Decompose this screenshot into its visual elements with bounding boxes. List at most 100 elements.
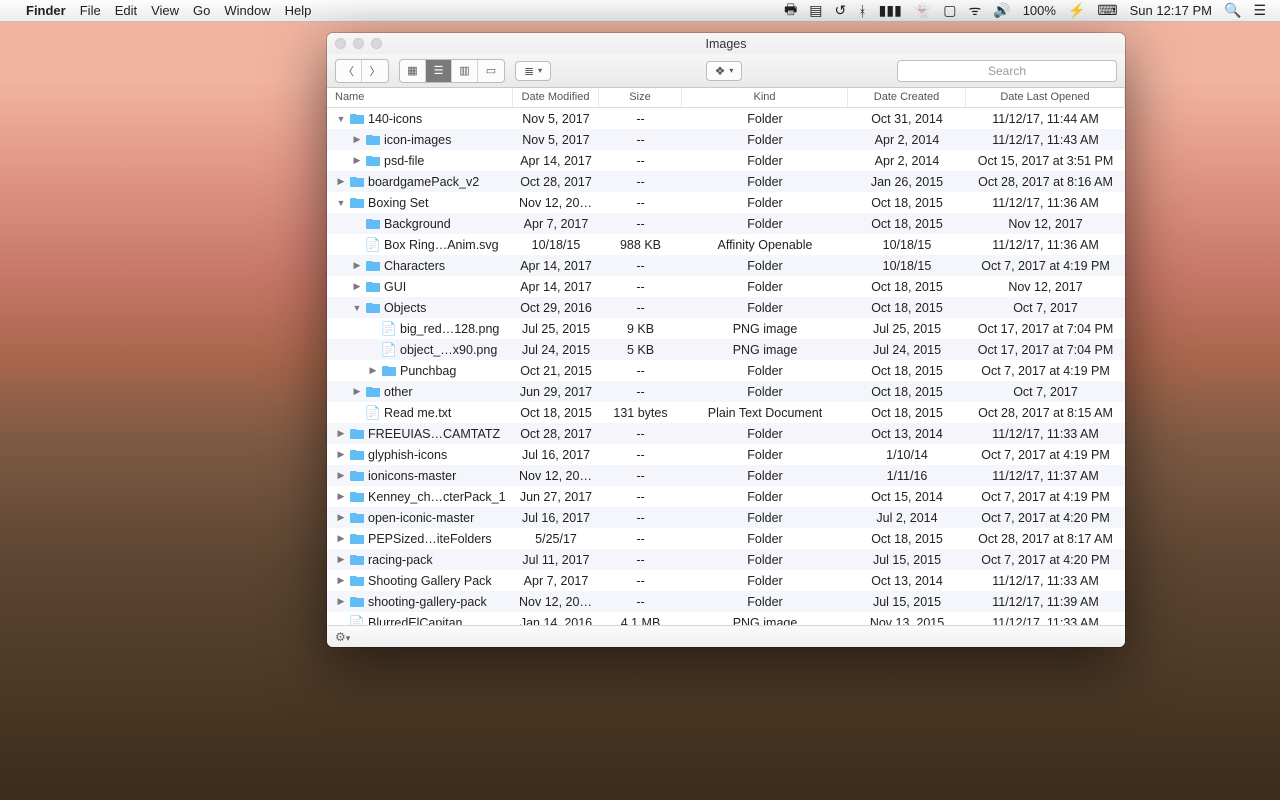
disclosure-triangle[interactable]: ▶ — [336, 470, 346, 481]
cell-size: -- — [599, 385, 682, 399]
table-row[interactable]: ▶racing-packJul 11, 2017--FolderJul 15, … — [327, 549, 1125, 570]
cell-mod: Jul 16, 2017 — [513, 511, 599, 525]
cell-size: -- — [599, 280, 682, 294]
window-titlebar[interactable]: Images — [327, 33, 1125, 54]
menu-edit[interactable]: Edit — [115, 3, 137, 18]
table-row[interactable]: ▶open-iconic-masterJul 16, 2017--FolderJ… — [327, 507, 1125, 528]
spotlight-icon[interactable]: 🔍 — [1224, 2, 1241, 19]
cell-opened: Oct 7, 2017 at 4:20 PM — [966, 511, 1125, 525]
table-row[interactable]: ▼140-iconsNov 5, 2017--FolderOct 31, 201… — [327, 108, 1125, 129]
disclosure-triangle[interactable]: ▶ — [352, 260, 362, 271]
table-row[interactable]: 📄object_…x90.pngJul 24, 20155 KBPNG imag… — [327, 339, 1125, 360]
folder-icon — [349, 531, 365, 547]
table-row[interactable]: 📄Read me.txtOct 18, 2015131 bytesPlain T… — [327, 402, 1125, 423]
table-row[interactable]: BackgroundApr 7, 2017--FolderOct 18, 201… — [327, 213, 1125, 234]
tray-wifi-icon[interactable]: ᯤ — [968, 1, 981, 20]
back-button[interactable]: 〈 — [336, 60, 362, 82]
table-row[interactable]: ▶FREEUIAS…CAMTATZOct 28, 2017--FolderOct… — [327, 423, 1125, 444]
menu-help[interactable]: Help — [285, 3, 312, 18]
tray-timemachine-icon[interactable]: ↺ — [835, 2, 847, 19]
disclosure-triangle[interactable]: ▶ — [336, 449, 346, 460]
view-icon-button[interactable]: ▦ — [400, 60, 426, 82]
cell-opened: 11/12/17, 11:33 AM — [966, 574, 1125, 588]
disclosure-triangle[interactable]: ▶ — [336, 596, 346, 607]
table-row[interactable]: ▶ionicons-masterNov 12, 2017--Folder1/11… — [327, 465, 1125, 486]
disclosure-triangle[interactable]: ▶ — [336, 533, 346, 544]
table-row[interactable]: 📄BlurredElCapitanJan 14, 20164.1 MBPNG i… — [327, 612, 1125, 625]
tray-queue-icon[interactable]: ▤ — [809, 2, 822, 19]
arrange-button[interactable]: ≣ ▾ — [515, 61, 551, 81]
cell-mod: Jul 16, 2017 — [513, 448, 599, 462]
table-row[interactable]: ▶GUIApr 14, 2017--FolderOct 18, 2015Nov … — [327, 276, 1125, 297]
menu-file[interactable]: File — [80, 3, 101, 18]
cell-kind: PNG image — [682, 322, 848, 336]
tray-volume-icon[interactable]: 🔊 — [993, 2, 1010, 19]
tags-button[interactable]: ❖ ▾ — [706, 61, 743, 81]
table-row[interactable]: ▶Kenney_ch…cterPack_1Jun 27, 2017--Folde… — [327, 486, 1125, 507]
col-header-kind[interactable]: Kind — [682, 88, 848, 107]
tray-airplay-icon[interactable]: ▢ — [943, 2, 956, 19]
disclosure-triangle[interactable]: ▼ — [352, 303, 362, 313]
table-row[interactable]: ▶glyphish-iconsJul 16, 2017--Folder1/10/… — [327, 444, 1125, 465]
disclosure-triangle[interactable]: ▼ — [336, 114, 346, 124]
cell-size: 4.1 MB — [599, 616, 682, 626]
col-header-name[interactable]: Name — [327, 88, 513, 107]
zoom-button[interactable] — [371, 38, 382, 49]
tray-battery-icon[interactable]: ▮▮▮ — [879, 2, 902, 19]
tray-printer-icon[interactable]: 🖶 — [784, 0, 797, 23]
tray-clock[interactable]: Sun 12:17 PM — [1130, 3, 1212, 18]
disclosure-triangle[interactable]: ▼ — [336, 198, 346, 208]
tray-battery-percent[interactable]: 100% — [1023, 3, 1056, 18]
gear-icon[interactable]: ⚙▾ — [335, 630, 350, 644]
table-row[interactable]: ▶psd-fileApr 14, 2017--FolderApr 2, 2014… — [327, 150, 1125, 171]
disclosure-triangle[interactable]: ▶ — [336, 428, 346, 439]
tray-keyboard-icon[interactable]: ⌨ — [1097, 2, 1117, 19]
table-row[interactable]: ▶boardgamePack_v2Oct 28, 2017--FolderJan… — [327, 171, 1125, 192]
table-row[interactable]: ▶otherJun 29, 2017--FolderOct 18, 2015Oc… — [327, 381, 1125, 402]
table-row[interactable]: ▶PEPSized…iteFolders5/25/17--FolderOct 1… — [327, 528, 1125, 549]
disclosure-triangle[interactable]: ▶ — [336, 512, 346, 523]
disclosure-triangle[interactable]: ▶ — [336, 554, 346, 565]
disclosure-triangle[interactable]: ▶ — [336, 575, 346, 586]
search-input[interactable] — [897, 60, 1117, 82]
col-header-size[interactable]: Size — [599, 88, 682, 107]
view-coverflow-button[interactable]: ▭ — [478, 60, 504, 82]
col-header-modified[interactable]: Date Modified — [513, 88, 599, 107]
disclosure-triangle[interactable]: ▶ — [352, 281, 362, 292]
cell-size: -- — [599, 217, 682, 231]
table-row[interactable]: ▶PunchbagOct 21, 2015--FolderOct 18, 201… — [327, 360, 1125, 381]
cell-opened: Oct 7, 2017 at 4:20 PM — [966, 553, 1125, 567]
table-row[interactable]: ▶icon-imagesNov 5, 2017--FolderApr 2, 20… — [327, 129, 1125, 150]
cell-mod: Apr 7, 2017 — [513, 574, 599, 588]
table-row[interactable]: ▼Boxing SetNov 12, 2017--FolderOct 18, 2… — [327, 192, 1125, 213]
table-row[interactable]: ▶shooting-gallery-packNov 12, 2017--Fold… — [327, 591, 1125, 612]
col-header-created[interactable]: Date Created — [848, 88, 966, 107]
disclosure-triangle[interactable]: ▶ — [336, 491, 346, 502]
folder-icon — [381, 363, 397, 379]
table-row[interactable]: ▶CharactersApr 14, 2017--Folder10/18/15O… — [327, 255, 1125, 276]
table-row[interactable]: 📄big_red…128.pngJul 25, 20159 KBPNG imag… — [327, 318, 1125, 339]
disclosure-triangle[interactable]: ▶ — [336, 176, 346, 187]
col-header-opened[interactable]: Date Last Opened — [966, 88, 1125, 107]
forward-button[interactable]: 〉 — [362, 60, 388, 82]
menu-view[interactable]: View — [151, 3, 179, 18]
notification-center-icon[interactable]: ☰ — [1253, 2, 1266, 19]
minimize-button[interactable] — [353, 38, 364, 49]
cell-created: Oct 18, 2015 — [848, 217, 966, 231]
tray-bluetooth-icon[interactable]: ᚼ — [858, 3, 866, 19]
app-name[interactable]: Finder — [26, 3, 66, 18]
disclosure-triangle[interactable]: ▶ — [352, 134, 362, 145]
table-row[interactable]: ▶Shooting Gallery PackApr 7, 2017--Folde… — [327, 570, 1125, 591]
table-row[interactable]: 📄Box Ring…Anim.svg10/18/15988 KBAffinity… — [327, 234, 1125, 255]
disclosure-triangle[interactable]: ▶ — [352, 155, 362, 166]
view-list-button[interactable]: ☰ — [426, 60, 452, 82]
close-button[interactable] — [335, 38, 346, 49]
disclosure-triangle[interactable]: ▶ — [368, 365, 378, 376]
tray-ghost-icon[interactable]: 👻 — [914, 2, 931, 19]
cell-created: Jul 15, 2015 — [848, 553, 966, 567]
disclosure-triangle[interactable]: ▶ — [352, 386, 362, 397]
menu-window[interactable]: Window — [224, 3, 270, 18]
menu-go[interactable]: Go — [193, 3, 210, 18]
view-column-button[interactable]: ▥ — [452, 60, 478, 82]
table-row[interactable]: ▼ObjectsOct 29, 2016--FolderOct 18, 2015… — [327, 297, 1125, 318]
